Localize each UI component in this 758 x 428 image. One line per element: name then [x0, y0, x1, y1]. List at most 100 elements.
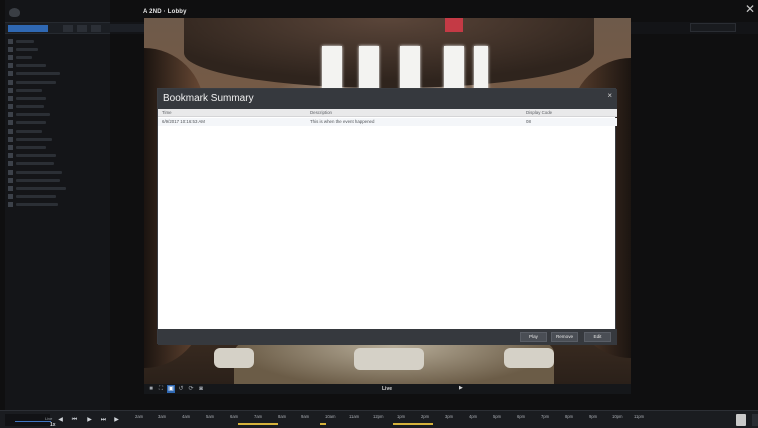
tree-item[interactable]	[8, 184, 108, 192]
tick-label: 11am	[349, 414, 360, 419]
recording-marker[interactable]	[320, 423, 326, 425]
recording-marker[interactable]	[238, 423, 278, 425]
play-icon[interactable]: ▶	[85, 416, 94, 424]
tick-label: 7am	[254, 414, 263, 419]
step-back-icon[interactable]: ⏮	[70, 416, 79, 424]
camera-icon	[8, 177, 13, 183]
camera-icon	[8, 95, 13, 101]
camera-icon	[8, 202, 13, 208]
recording-marker[interactable]	[393, 423, 433, 425]
tick-label: 4am	[182, 414, 191, 419]
tick-label: 2am	[135, 414, 144, 419]
camera-icon	[8, 153, 13, 159]
tree-item[interactable]	[8, 78, 108, 86]
tree-item[interactable]	[8, 86, 108, 94]
tree-item[interactable]	[8, 111, 108, 119]
timeline-ticks[interactable]: 2am 3am 4am 5am 6am 7am 8am 9am 10am 11a…	[130, 414, 644, 428]
camera-icon	[8, 46, 13, 52]
tree-item[interactable]	[8, 201, 108, 209]
tree-item[interactable]	[8, 135, 108, 143]
sidebar-tab-cameras[interactable]	[8, 25, 48, 32]
tree-item[interactable]	[8, 168, 108, 176]
camera-icon	[8, 38, 13, 44]
video-toolbar: ■ ⛶ ▣ ↺ ⟳ ◙ Live ▶	[144, 384, 631, 394]
table-header: Time Description Display Code	[158, 109, 617, 117]
tick-label: 3am	[158, 414, 167, 419]
tick-label: 6pm	[517, 414, 526, 419]
dialog-title: Bookmark Summary	[163, 93, 254, 104]
tree-item[interactable]	[8, 143, 108, 151]
view-tab[interactable]	[110, 24, 144, 32]
column-header-time[interactable]: Time	[162, 110, 172, 115]
cell-display-code: 08	[526, 119, 531, 124]
speed-slider[interactable]	[15, 421, 51, 422]
tree-item[interactable]	[8, 53, 108, 61]
camera-icon	[8, 161, 13, 167]
tick-label: 5pm	[493, 414, 502, 419]
tick-label: 4pm	[469, 414, 478, 419]
tree-item[interactable]	[8, 193, 108, 201]
speed-control[interactable]: Live 1x	[5, 414, 56, 428]
edit-button[interactable]: Edit	[584, 332, 611, 342]
camera-icon	[8, 128, 13, 134]
sidebar-view-button[interactable]	[77, 25, 87, 32]
sidebar-settings-button[interactable]	[91, 25, 101, 32]
tick-label: 10pm	[612, 414, 623, 419]
tick-label: 12pm	[373, 414, 384, 419]
tree-item[interactable]	[8, 176, 108, 184]
fullscreen-icon[interactable]: ⛶	[157, 385, 165, 393]
tick-label: 7pm	[541, 414, 550, 419]
camera-sidebar	[5, 0, 110, 410]
tree-item[interactable]	[8, 103, 108, 111]
column-header-display-code[interactable]: Display Code	[526, 110, 552, 115]
tree-item[interactable]	[8, 45, 108, 53]
speed-label: Live	[45, 416, 53, 421]
camera-icon	[8, 194, 13, 200]
tick-label: 5am	[206, 414, 215, 419]
column-header-description[interactable]: Description	[310, 110, 332, 115]
play-button[interactable]: Play	[520, 332, 547, 342]
tick-label: 2pm	[421, 414, 430, 419]
dialog-close-icon[interactable]: ×	[607, 91, 612, 101]
camera-icon	[8, 145, 13, 151]
tree-item[interactable]	[8, 37, 108, 45]
cell-time: 6/9/2017 10:16:53 AM	[162, 119, 205, 124]
camera-icon	[8, 169, 13, 175]
chevron-right-icon[interactable]: ▶	[459, 385, 463, 391]
tick-label: 9pm	[589, 414, 598, 419]
view-layout-box[interactable]	[690, 23, 736, 32]
timeline-bar: Live 1x ◀ ⏮ ▶ ⏭ ▶ 2am 3am 4am 5am 6am 7a…	[0, 410, 758, 428]
tree-item[interactable]	[8, 70, 108, 78]
remove-button[interactable]: Remove	[551, 332, 578, 342]
dialog-header: Bookmark Summary ×	[158, 89, 617, 109]
camera-icon	[8, 112, 13, 118]
next-icon[interactable]: ▶	[112, 416, 121, 424]
table-row[interactable]: 6/9/2017 10:16:53 AM This is when the ev…	[158, 118, 617, 126]
tree-item[interactable]	[8, 127, 108, 135]
tree-item[interactable]	[8, 119, 108, 127]
refresh-icon[interactable]: ⟳	[187, 385, 195, 393]
app-logo	[9, 6, 20, 18]
prev-icon[interactable]: ◀	[56, 416, 65, 424]
back-icon[interactable]: ↺	[177, 385, 185, 393]
camera-icon	[8, 185, 13, 191]
timeline-scroll-handle[interactable]	[752, 414, 758, 426]
timeline-calendar-button[interactable]	[736, 414, 746, 426]
app-window: A 2ND · Lobby ✕ Bookmark Summary × Time …	[0, 0, 758, 428]
tick-label: 11pm	[634, 414, 645, 419]
close-icon[interactable]: ✕	[744, 3, 756, 15]
tree-item[interactable]	[8, 160, 108, 168]
camera-icon[interactable]: ◙	[197, 385, 205, 393]
camera-icon	[8, 104, 13, 110]
tree-item[interactable]	[8, 94, 108, 102]
layout-icon[interactable]: ▣	[167, 385, 175, 393]
stop-icon[interactable]: ■	[147, 385, 155, 393]
tree-item[interactable]	[8, 152, 108, 160]
camera-icon	[8, 63, 13, 69]
step-forward-icon[interactable]: ⏭	[99, 416, 108, 424]
sidebar-filter-button[interactable]	[63, 25, 73, 32]
exit-sign	[445, 18, 463, 32]
tree-item[interactable]	[8, 62, 108, 70]
dialog-footer: Play Remove Edit	[158, 329, 617, 345]
tick-label: 8am	[278, 414, 287, 419]
